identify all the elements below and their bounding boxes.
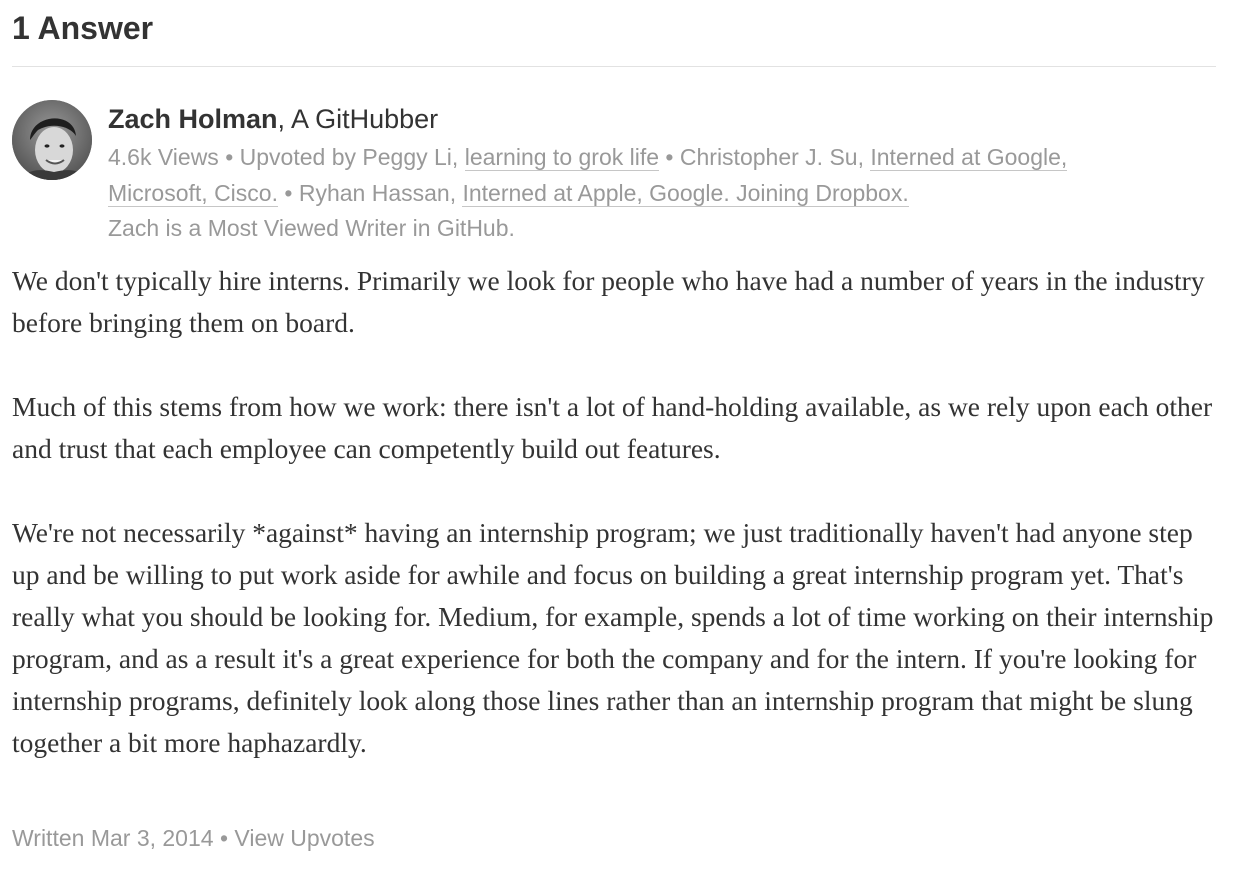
most-viewed-writer-note: Zach is a Most Viewed Writer in GitHub.: [108, 215, 515, 241]
author-name-link[interactable]: Zach Holman: [108, 104, 278, 134]
header-divider: [12, 66, 1216, 67]
author-line: Zach Holman, A GitHubber: [108, 102, 1218, 136]
upvoter-credential-link[interactable]: Interned at Apple, Google. Joining Dropb…: [462, 180, 909, 207]
upvoter-credential-link[interactable]: learning to grok life: [464, 144, 660, 171]
answer-footer: Written Mar 3, 2014 • View Upvotes: [12, 822, 375, 854]
answer-paragraph: Much of this stems from how we work: the…: [12, 391, 1213, 464]
upvoted-by-label: Upvoted by: [239, 144, 363, 170]
upvoter-name[interactable]: Ryhan Hassan: [299, 180, 450, 206]
author-avatar[interactable]: [12, 100, 92, 180]
upvoter-credential-link[interactable]: Microsoft, Cisco.: [108, 180, 278, 207]
answer-meta: 4.6k Views • Upvoted by Peggy Li, learni…: [108, 144, 1068, 207]
answer-count-heading: 1 Answer: [12, 10, 154, 46]
separator: •: [218, 144, 240, 170]
separator: •: [659, 144, 680, 170]
answer-paragraph: We don't typically hire interns. Primari…: [12, 265, 1205, 338]
answer-body: We don't typically hire interns. Primari…: [12, 260, 1222, 764]
answer-paragraph: We're not necessarily *against* having a…: [12, 517, 1214, 758]
person-avatar-icon: [12, 100, 92, 180]
separator: •: [277, 180, 299, 206]
written-date: Written Mar 3, 2014: [12, 825, 214, 851]
author-info: Zach Holman, A GitHubber 4.6k Views • Up…: [108, 102, 1218, 245]
upvoter-name[interactable]: Peggy Li: [362, 144, 452, 170]
author-credential: , A GitHubber: [277, 104, 439, 134]
view-upvotes-link[interactable]: View Upvotes: [234, 825, 374, 851]
upvoter-name[interactable]: Christopher J. Su: [680, 144, 858, 170]
upvoter-credential-link[interactable]: Interned at Google,: [870, 144, 1068, 171]
separator: •: [213, 825, 235, 851]
view-count: 4.6k Views: [108, 144, 219, 170]
